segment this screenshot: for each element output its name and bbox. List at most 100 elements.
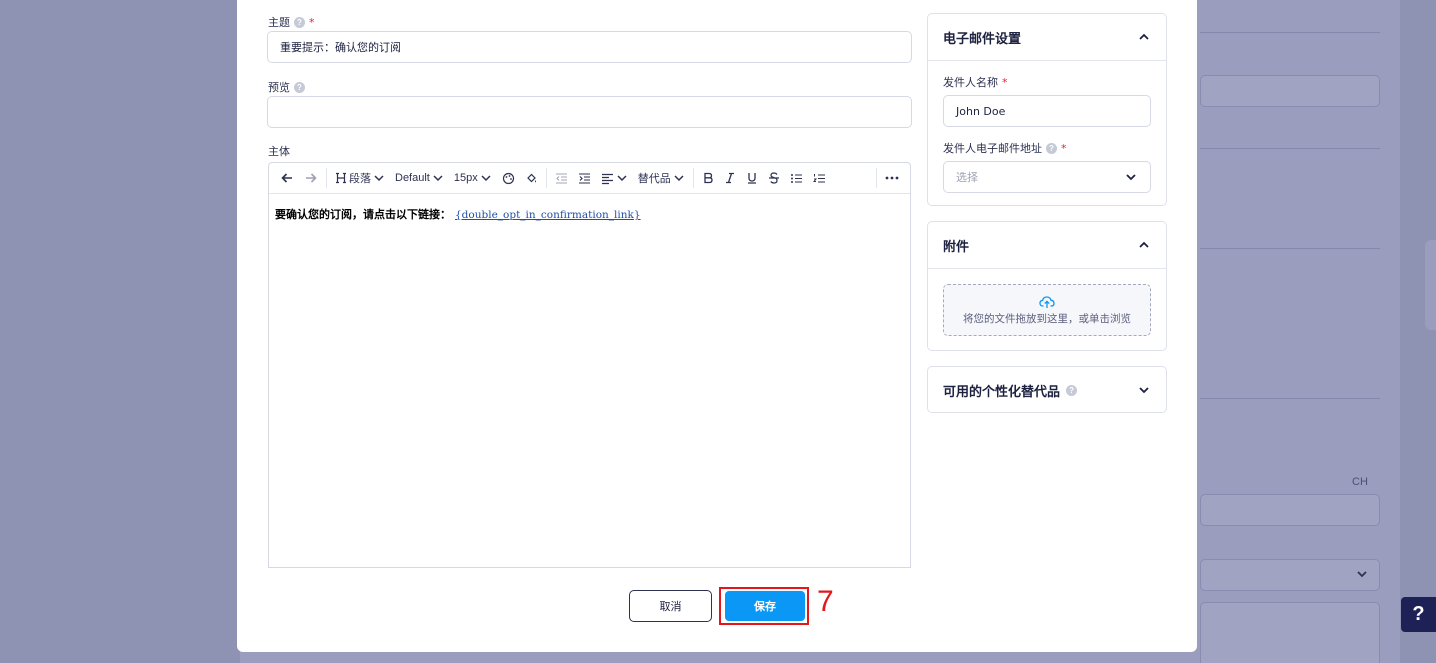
- font-family-dropdown[interactable]: Default: [390, 166, 449, 190]
- help-icon[interactable]: ?: [294, 81, 305, 93]
- numbered-list-icon: [812, 173, 825, 182]
- sender-email-label: 发件人电子邮件地址: [943, 142, 1042, 155]
- email-settings-title: 电子邮件设置: [943, 31, 1022, 47]
- required-asterisk: *: [309, 15, 315, 29]
- help-button[interactable]: ?: [1401, 597, 1436, 632]
- arrow-left-icon: [281, 173, 292, 183]
- confirmation-link[interactable]: {double_opt_in_confirmation_link}: [455, 209, 641, 221]
- palette-icon: [502, 172, 514, 184]
- bullet-list-icon: [790, 173, 802, 183]
- preview-input[interactable]: [267, 96, 912, 128]
- highlight-color-button[interactable]: [520, 166, 543, 190]
- chevron-down-icon: [1126, 174, 1136, 181]
- chevron-up-icon: [1139, 33, 1149, 40]
- preview-label-row: 预览 ?: [268, 79, 305, 95]
- personalization-header[interactable]: 可用的个性化替代品 ?: [928, 367, 1166, 413]
- cloud-upload-icon: [1039, 295, 1055, 308]
- paint-bucket-icon: [526, 173, 536, 182]
- dropzone-text: 将您的文件拖放到这里，或单击浏览: [963, 312, 1131, 325]
- sender-name-input[interactable]: John Doe: [943, 95, 1151, 127]
- preview-label: 预览: [268, 81, 290, 94]
- arrow-right-icon: [306, 173, 317, 183]
- help-icon[interactable]: ?: [1066, 384, 1078, 396]
- font-label: Default: [395, 172, 430, 184]
- undo-button[interactable]: [275, 166, 299, 190]
- email-editor-modal: 主题 ? * 重要提示：确认您的订阅 预览 ? 主体 段落 Default 15…: [237, 0, 1197, 652]
- attachments-header[interactable]: 附件: [928, 222, 1166, 268]
- strikethrough-button[interactable]: [763, 166, 785, 190]
- sender-name-label: 发件人名称: [943, 76, 998, 89]
- cancel-button[interactable]: 取消: [629, 590, 712, 622]
- attachments-card: 附件 将您的文件拖放到这里，或单击浏览: [927, 221, 1167, 351]
- align-dropdown[interactable]: [596, 166, 633, 190]
- editor-toolbar: 段落 Default 15px 替代品: [269, 163, 910, 194]
- rich-text-editor: 段落 Default 15px 替代品 要确认您的订阅，请点击以下链接： {do…: [268, 162, 911, 568]
- body-label: 主体: [268, 145, 290, 158]
- underline-icon: [747, 173, 756, 184]
- indent-button[interactable]: [573, 166, 596, 190]
- sender-email-select[interactable]: 选择: [943, 161, 1151, 193]
- chevron-down-icon: [481, 175, 491, 182]
- email-settings-header[interactable]: 电子邮件设置: [928, 14, 1166, 60]
- background-field: [1200, 494, 1380, 526]
- chevron-down-icon: [374, 175, 384, 182]
- outdent-button[interactable]: [550, 166, 573, 190]
- background-select: [1200, 559, 1380, 591]
- save-button[interactable]: 保存: [725, 591, 805, 621]
- editor-content[interactable]: 要确认您的订阅，请点击以下链接： {double_opt_in_confirmat…: [269, 194, 910, 234]
- chevron-up-icon: [1139, 241, 1149, 248]
- background-edge: [1425, 240, 1436, 330]
- bold-button[interactable]: [697, 166, 719, 190]
- chevron-down-icon: [433, 175, 443, 182]
- bullet-list-button[interactable]: [785, 166, 808, 190]
- redo-button[interactable]: [299, 166, 323, 190]
- italic-icon: [725, 172, 734, 184]
- body-label-row: 主体: [268, 143, 290, 159]
- toolbar-divider: [545, 168, 547, 188]
- substitutions-dropdown[interactable]: 替代品: [633, 166, 690, 190]
- chevron-down-icon: [617, 175, 627, 182]
- sender-name-label-row: 发件人名称 *: [943, 74, 1151, 90]
- chevron-down-icon: [674, 175, 684, 182]
- toolbar-divider: [876, 168, 877, 188]
- personalization-title: 可用的个性化替代品: [943, 384, 1061, 400]
- heading-icon: [336, 172, 346, 184]
- required-asterisk: *: [1061, 141, 1067, 155]
- background-field: [1200, 602, 1380, 663]
- background-divider: [1200, 32, 1380, 33]
- help-icon[interactable]: ?: [294, 16, 305, 28]
- toolbar-divider: [692, 168, 694, 188]
- toolbar-divider: [326, 168, 327, 188]
- text-color-button[interactable]: [497, 166, 520, 190]
- bold-icon: [704, 172, 713, 184]
- chevron-down-icon: [1357, 571, 1367, 578]
- paragraph-dropdown[interactable]: 段落: [330, 166, 390, 190]
- body-text: 要确认您的订阅，请点击以下链接：: [275, 208, 451, 221]
- background-divider: [1200, 148, 1380, 149]
- file-dropzone[interactable]: 将您的文件拖放到这里，或单击浏览: [943, 284, 1151, 336]
- italic-button[interactable]: [719, 166, 741, 190]
- help-icon[interactable]: ?: [1046, 142, 1057, 154]
- step-marker: 7: [817, 585, 834, 618]
- outdent-icon: [555, 172, 567, 184]
- background-divider: [1200, 248, 1380, 249]
- numbered-list-button[interactable]: [808, 166, 831, 190]
- subject-label: 主题: [268, 16, 290, 29]
- background-lang-selector: CH: [1352, 476, 1368, 488]
- sender-email-placeholder: 选择: [956, 171, 978, 184]
- subject-label-row: 主题 ? *: [268, 14, 315, 30]
- background-divider: [1200, 398, 1380, 399]
- indent-icon: [578, 172, 590, 184]
- required-asterisk: *: [1002, 75, 1008, 89]
- underline-button[interactable]: [741, 166, 763, 190]
- attachments-title: 附件: [943, 239, 970, 255]
- personalization-title-row: 可用的个性化替代品 ?: [943, 381, 1078, 400]
- more-icon: [885, 176, 899, 180]
- paragraph-label: 段落: [349, 172, 371, 185]
- align-left-icon: [601, 173, 613, 184]
- more-options-button[interactable]: [880, 166, 904, 190]
- font-size-label: 15px: [453, 172, 478, 184]
- personalization-card: 可用的个性化替代品 ?: [927, 366, 1167, 413]
- subject-input[interactable]: 重要提示：确认您的订阅: [267, 31, 912, 63]
- font-size-dropdown[interactable]: 15px: [449, 166, 497, 190]
